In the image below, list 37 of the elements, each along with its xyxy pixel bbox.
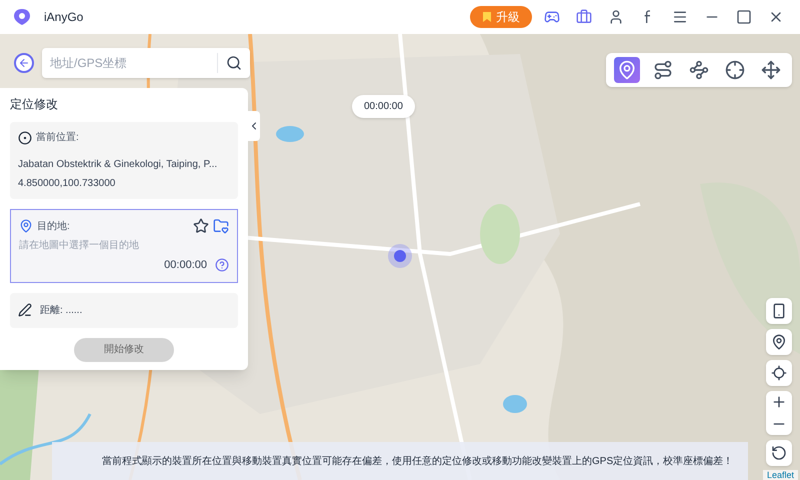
destination-time: 00:00:00 [164, 258, 207, 273]
app-logo-icon [12, 7, 32, 27]
current-location-label: 當前位置: [36, 130, 79, 145]
move-icon [761, 60, 781, 80]
map-pin-icon [19, 219, 33, 233]
refresh-icon[interactable] [766, 440, 792, 466]
route-icon [653, 60, 673, 80]
search-bar[interactable]: 地址/GPS坐標 [42, 48, 250, 78]
search-icon[interactable] [226, 55, 242, 71]
timer-bubble: 00:00:00 [352, 95, 415, 118]
crosshair-icon [725, 60, 745, 80]
mode-button[interactable] [614, 57, 640, 83]
target-icon [18, 130, 32, 144]
arrow-left-icon [18, 57, 30, 69]
folder-icon[interactable] [213, 218, 229, 234]
waypoints-icon [689, 60, 709, 80]
notice-text: 當前程式顯示的裝置所在位置與移動裝置真實位置可能存在偏差，使用任意的定位修改或移動功能改變裝置上的GPS定位資訊，校準座標偏差！ [102, 454, 734, 468]
current-address: Jabatan Obstektrik & Ginekologi, Taiping, P... [18, 158, 218, 172]
star-icon[interactable] [193, 218, 209, 234]
panel-title: 定位修改 [10, 96, 59, 112]
destination-card[interactable]: 目的地: 請在地圖中選擇一個目的地 00:00:00 [10, 209, 238, 282]
map-pin-icon [617, 60, 637, 80]
current-coordinates: 4.850000,100.733000 [18, 177, 116, 191]
app-name: iAnyGo [44, 9, 84, 25]
destination-placeholder: 請在地圖中選擇一個目的地 [19, 238, 140, 253]
distance-label: 距離: ...... [40, 304, 82, 318]
search-field[interactable]: 地址/GPS坐標 [42, 55, 217, 71]
locate-icon[interactable] [766, 360, 792, 386]
pen-icon [18, 303, 32, 317]
device-icon[interactable] [766, 298, 792, 324]
map-pin-icon[interactable] [766, 329, 792, 355]
destination-label: 目的地: [37, 220, 70, 234]
zoom-in-icon[interactable] [771, 394, 787, 410]
leaflet-link[interactable]: Leaflet [762, 470, 798, 480]
collapse-tab[interactable] [248, 111, 260, 141]
upgrade-button[interactable]: 升級 [470, 6, 532, 28]
help-icon[interactable] [215, 258, 229, 272]
